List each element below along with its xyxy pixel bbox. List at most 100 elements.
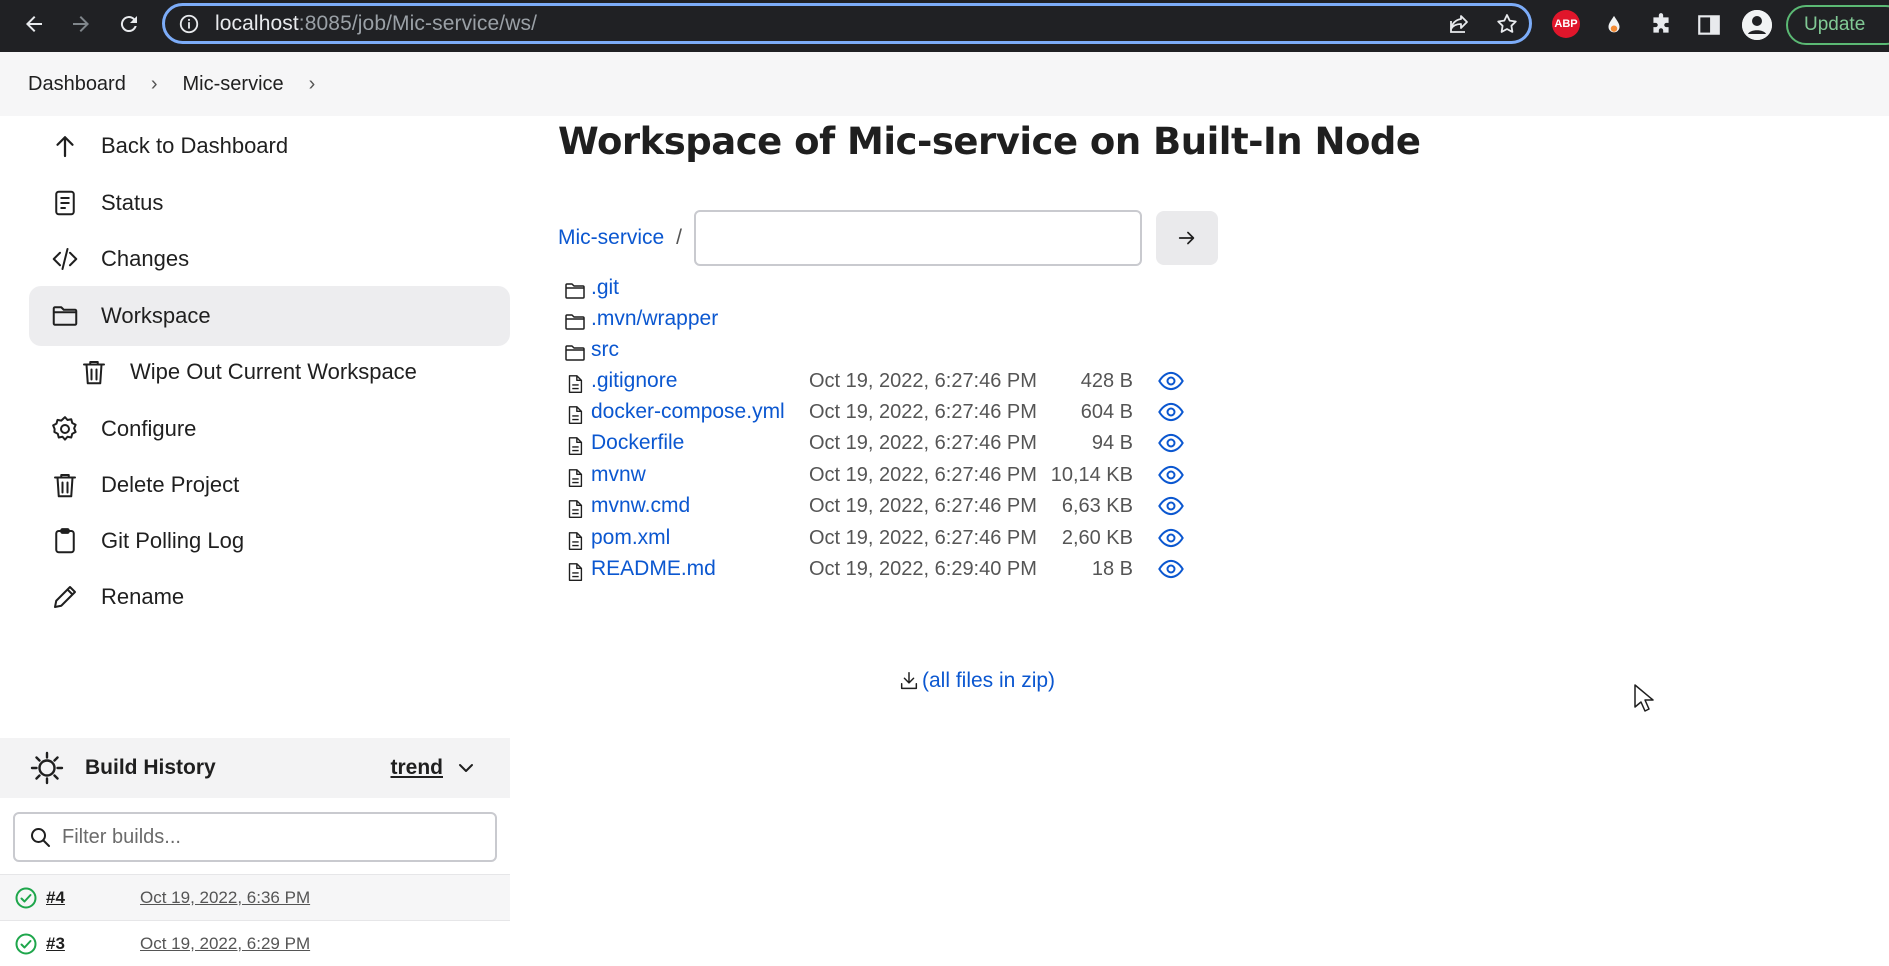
go-button[interactable]	[1156, 211, 1219, 265]
view-eye-icon[interactable]	[1157, 429, 1185, 457]
download-zip-link[interactable]: (all files in zip)	[922, 669, 1055, 693]
filter-builds-input[interactable]	[62, 825, 482, 849]
file-icon	[562, 465, 588, 491]
sidebar-item-workspace[interactable]: Workspace	[29, 286, 510, 346]
breadcrumb: Dashboard › Mic-service ›	[0, 52, 1889, 116]
build-number-link[interactable]: #4	[46, 888, 130, 908]
site-info-icon[interactable]	[177, 12, 201, 36]
path-root-link[interactable]: Mic-service	[558, 226, 664, 250]
file-link[interactable]: mvnw.cmd	[591, 494, 690, 518]
sidebar-item-label: Delete Project	[101, 472, 240, 497]
forward-button[interactable]	[57, 0, 105, 48]
view-eye-icon[interactable]	[1157, 555, 1185, 583]
arrow-up-icon	[47, 128, 83, 164]
extension-drop-icon[interactable]	[1603, 10, 1625, 40]
chevron-right-icon[interactable]: ›	[309, 73, 316, 96]
file-row: Dockerfile Oct 19, 2022, 6:27:46 PM 94 B	[558, 429, 1258, 463]
build-time-link[interactable]: Oct 19, 2022, 6:29 PM	[140, 934, 310, 954]
file-row: pom.xml Oct 19, 2022, 6:27:46 PM 2,60 KB	[558, 524, 1258, 558]
sidebar-item-label: Status	[101, 190, 164, 215]
build-history-icon	[30, 751, 64, 785]
folder-link[interactable]: .git	[591, 276, 619, 300]
folder-link[interactable]: .mvn/wrapper	[591, 307, 718, 331]
url-host: localhost	[215, 11, 299, 35]
file-row: mvnw Oct 19, 2022, 6:27:46 PM 10,14 KB	[558, 461, 1258, 495]
folder-link[interactable]: src	[591, 338, 619, 362]
folder-icon	[562, 278, 588, 304]
sidebar-item-label: Workspace	[101, 303, 211, 328]
view-eye-icon[interactable]	[1157, 367, 1185, 395]
file-size: 94 B	[1091, 432, 1133, 454]
file-size: 10,14 KB	[1050, 464, 1133, 486]
sidebar-item-delete-project[interactable]: Delete Project	[29, 455, 510, 515]
profile-avatar-icon[interactable]	[1742, 10, 1772, 40]
code-icon	[47, 241, 83, 277]
url-path: :8085/job/Mic-service/ws/	[298, 11, 538, 35]
file-size: 428 B	[1080, 370, 1133, 392]
reload-button[interactable]	[105, 0, 153, 48]
file-link[interactable]: docker-compose.yml	[591, 400, 785, 424]
success-check-icon	[15, 933, 37, 954]
sidebar-item-label: Rename	[101, 584, 185, 609]
build-number-link[interactable]: #3	[46, 934, 130, 954]
build-history-title: Build History	[85, 756, 216, 779]
side-panel-icon[interactable]	[1696, 10, 1722, 40]
file-row: mvnw.cmd Oct 19, 2022, 6:27:46 PM 6,63 K…	[558, 492, 1258, 526]
pencil-icon	[47, 579, 83, 615]
arrow-left-icon	[26, 16, 42, 32]
sidebar-item-label: Changes	[101, 246, 190, 271]
breadcrumb-mic-service[interactable]: Mic-service	[183, 73, 284, 96]
share-icon[interactable]	[1447, 12, 1471, 36]
path-separator: /	[676, 226, 683, 249]
url-text: localhost:8085/job/Mic-service/ws/	[215, 12, 537, 36]
address-bar[interactable]: localhost:8085/job/Mic-service/ws/	[162, 3, 1532, 44]
sidebar-item-wipe-out-workspace[interactable]: Wipe Out Current Workspace	[29, 342, 510, 402]
folder-icon	[562, 340, 588, 366]
trend-link[interactable]: trend	[391, 756, 444, 780]
folder-row: .mvn/wrapper	[558, 305, 1258, 339]
view-eye-icon[interactable]	[1157, 492, 1185, 520]
build-row[interactable]: #3 Oct 19, 2022, 6:29 PM	[0, 920, 510, 966]
document-icon	[47, 185, 83, 221]
adblock-extension-icon[interactable]: ABP	[1552, 10, 1580, 38]
sidebar-item-changes[interactable]: Changes	[29, 229, 510, 289]
file-link[interactable]: Dockerfile	[591, 431, 684, 455]
filter-builds-field[interactable]	[13, 812, 497, 862]
reload-icon	[120, 16, 137, 33]
breadcrumb-dashboard[interactable]: Dashboard	[28, 73, 126, 96]
file-link[interactable]: README.md	[591, 557, 716, 581]
build-row[interactable]: #4 Oct 19, 2022, 6:36 PM	[0, 874, 510, 920]
sidebar-item-git-polling-log[interactable]: Git Polling Log	[29, 511, 510, 571]
file-link[interactable]: pom.xml	[591, 526, 670, 550]
chevron-down-icon[interactable]	[454, 756, 478, 780]
file-size: 6,63 KB	[1061, 495, 1133, 517]
sidebar-item-configure[interactable]: Configure	[29, 399, 510, 459]
sidebar-item-back-to-dashboard[interactable]: Back to Dashboard	[29, 116, 510, 176]
folder-row: .git	[558, 274, 1258, 308]
folder-icon	[47, 298, 83, 334]
bookmark-star-icon[interactable]	[1495, 12, 1519, 36]
build-time-link[interactable]: Oct 19, 2022, 6:36 PM	[140, 888, 310, 908]
search-icon	[31, 828, 50, 847]
extensions-puzzle-icon[interactable]	[1648, 10, 1674, 40]
update-button[interactable]: Update	[1786, 5, 1889, 45]
file-size: 2,60 KB	[1061, 527, 1133, 549]
view-eye-icon[interactable]	[1157, 461, 1185, 489]
file-icon	[562, 402, 588, 428]
download-zip: (all files in zip)	[898, 669, 1055, 693]
sidebar-item-status[interactable]: Status	[29, 173, 510, 233]
file-link[interactable]: .gitignore	[591, 369, 677, 393]
file-link[interactable]: mvnw	[591, 463, 646, 487]
view-eye-icon[interactable]	[1157, 398, 1185, 426]
sidebar-item-rename[interactable]: Rename	[29, 567, 510, 627]
path-input[interactable]	[694, 210, 1143, 266]
back-button[interactable]	[10, 0, 58, 48]
file-row: .gitignore Oct 19, 2022, 6:27:46 PM 428 …	[558, 367, 1258, 401]
view-eye-icon[interactable]	[1157, 524, 1185, 552]
file-icon	[562, 496, 588, 522]
file-icon	[562, 528, 588, 554]
chevron-right-icon: ›	[150, 72, 158, 95]
clipboard-icon	[47, 523, 83, 559]
file-size: 18 B	[1091, 558, 1133, 580]
workspace-path-bar: Mic-service /	[558, 210, 1219, 266]
